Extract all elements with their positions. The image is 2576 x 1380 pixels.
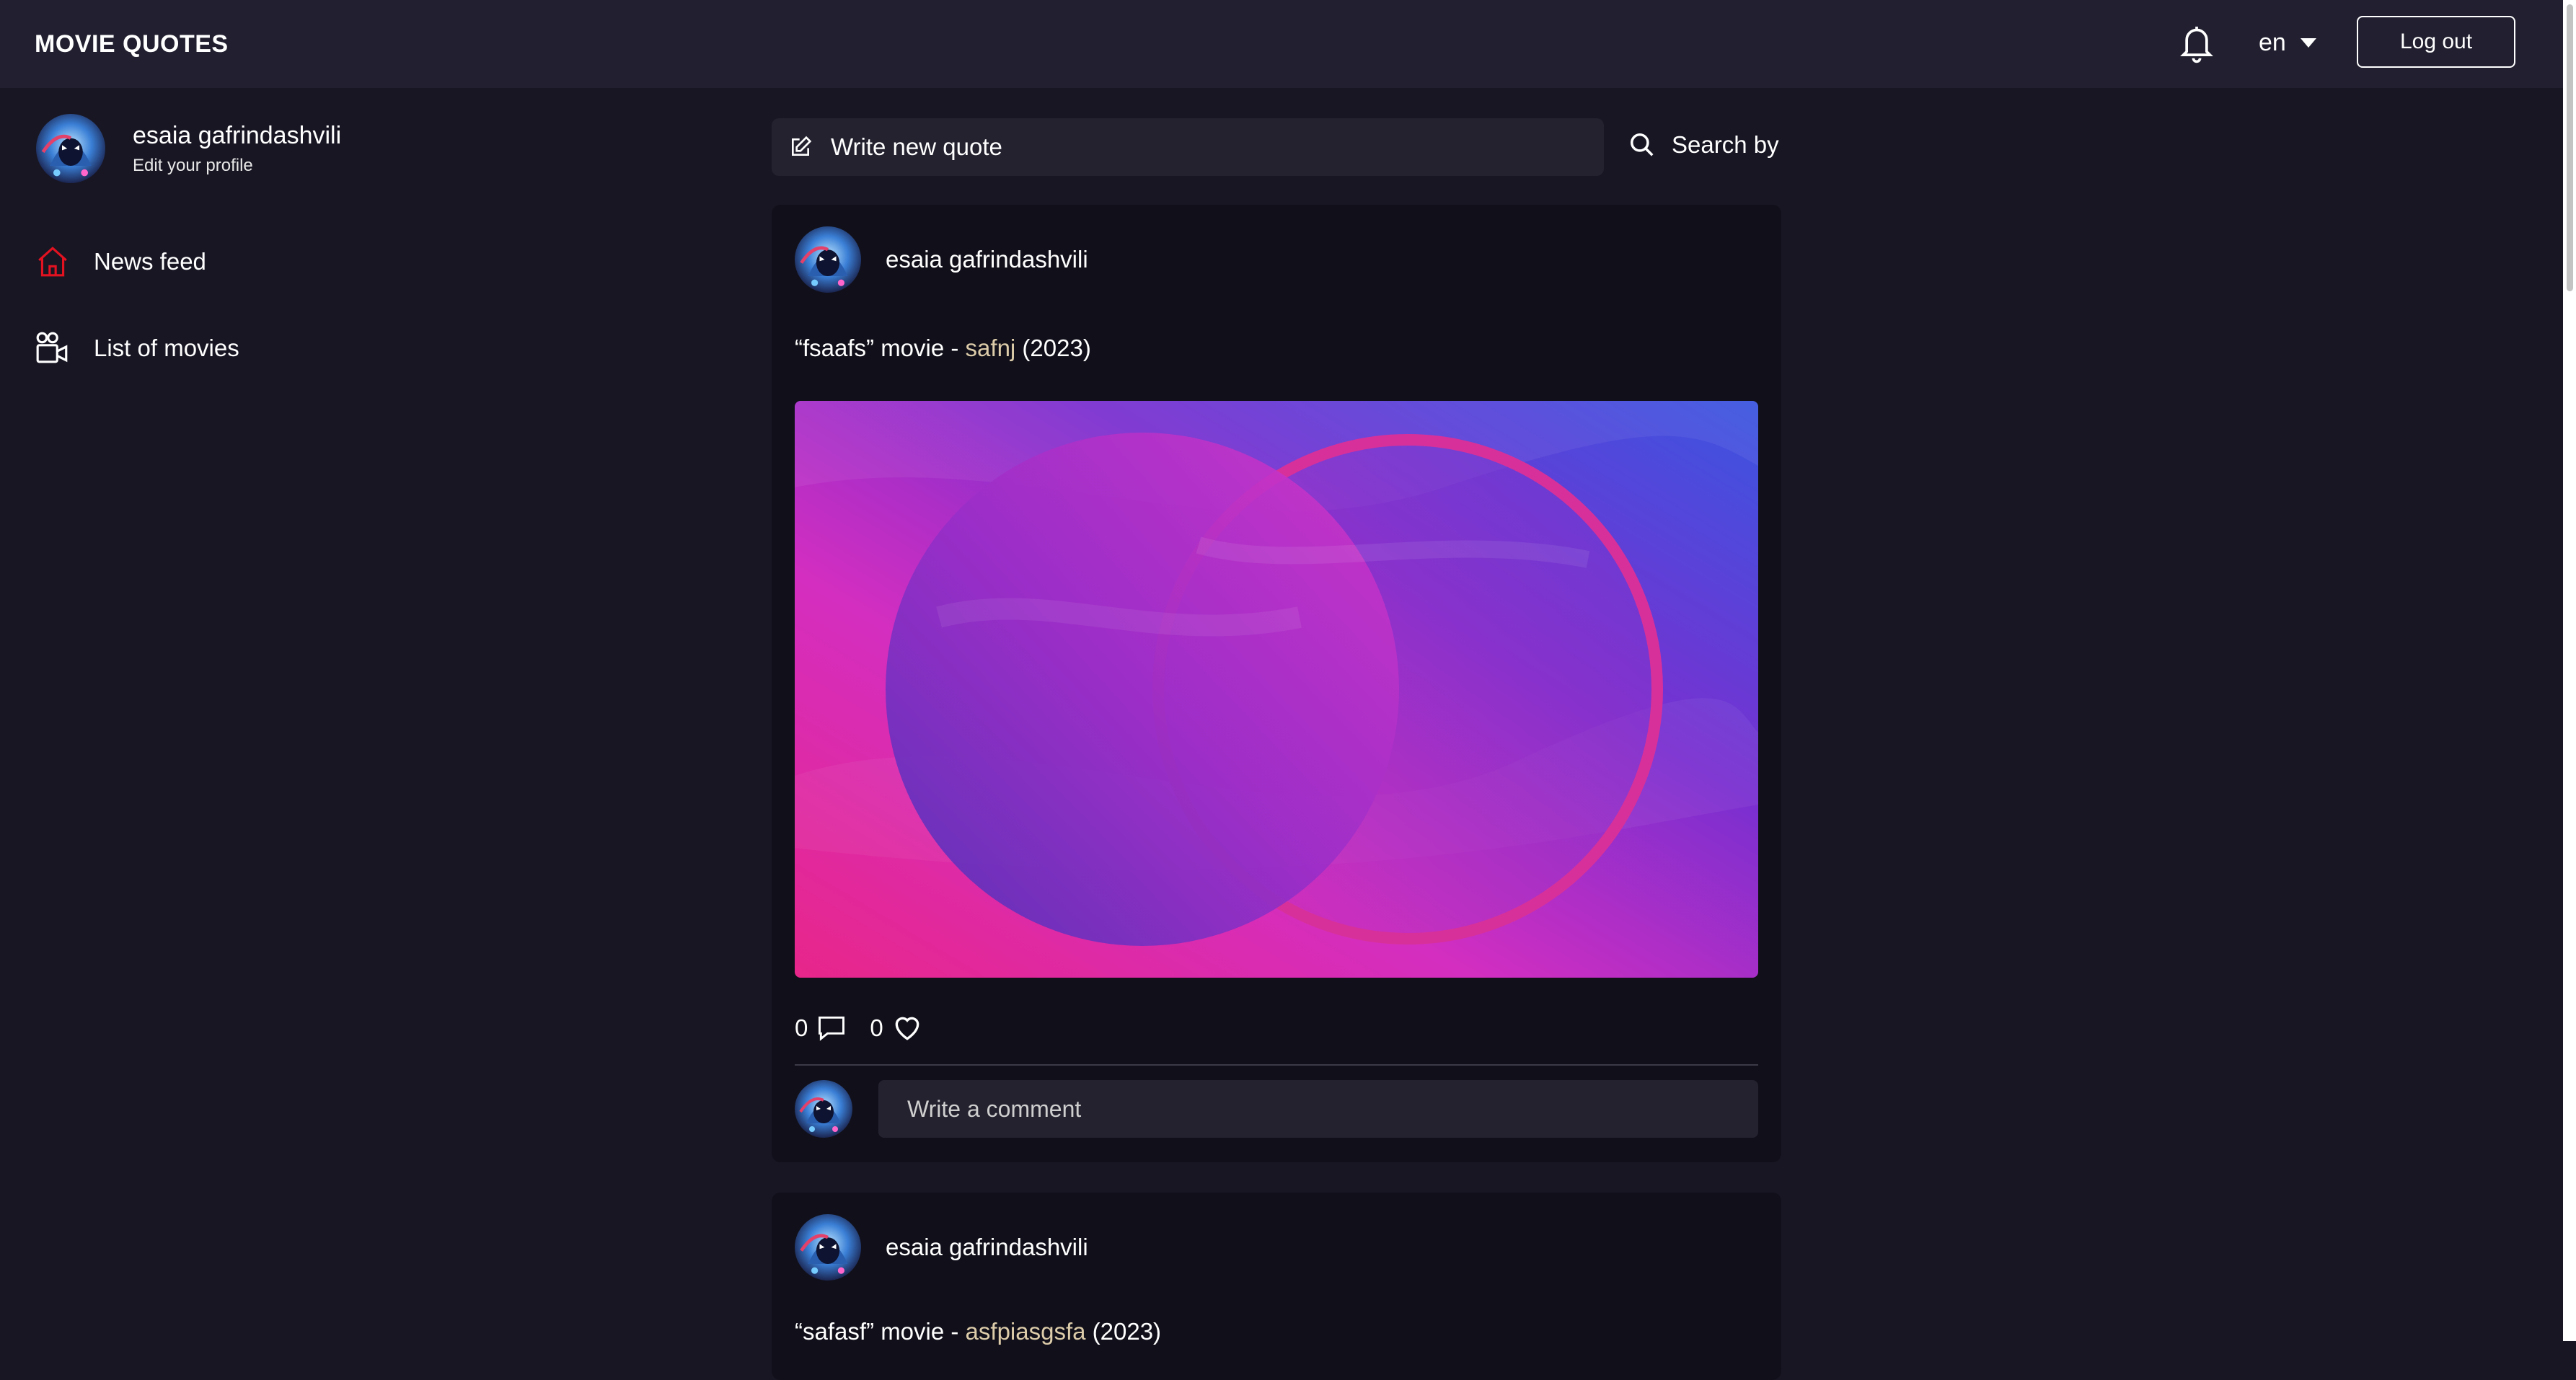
- avatar[interactable]: [795, 1214, 861, 1281]
- sidebar-item-label: List of movies: [94, 335, 239, 361]
- quote-text: “fsaafs” movie -: [795, 335, 966, 361]
- comment-icon[interactable]: [815, 1012, 848, 1044]
- search-icon: [1631, 133, 1654, 156]
- edit-profile-link[interactable]: Edit your profile: [133, 156, 341, 176]
- post-author[interactable]: esaia gafrindashvili: [795, 226, 1088, 293]
- bell-icon[interactable]: [2176, 22, 2217, 65]
- post-quote: “fsaafs” movie - safnj (2023): [795, 335, 1091, 362]
- post-author-name: esaia gafrindashvili: [886, 1234, 1088, 1260]
- comment-row: [795, 1080, 1758, 1138]
- movie-year: (2023): [1085, 1318, 1162, 1345]
- app-logo[interactable]: MOVIE QUOTES: [35, 30, 229, 58]
- movie-link[interactable]: asfpiasgsfa: [966, 1318, 1086, 1345]
- profile-name: esaia gafrindashvili: [133, 121, 342, 149]
- movie-link[interactable]: safnj: [966, 335, 1016, 361]
- logout-button[interactable]: Log out: [2357, 16, 2515, 68]
- write-quote-label: Write new quote: [831, 133, 1002, 160]
- likes-count: 0: [870, 1014, 883, 1041]
- sidebar-item-list-of-movies[interactable]: List of movies: [35, 330, 239, 366]
- sidebar-item-label: News feed: [94, 248, 206, 275]
- sidebar-profile[interactable]: esaia gafrindashvili Edit your profile: [36, 114, 341, 183]
- post-author-name: esaia gafrindashvili: [886, 246, 1088, 273]
- comment-input[interactable]: [878, 1080, 1758, 1138]
- home-icon: [38, 247, 67, 277]
- avatar[interactable]: [795, 226, 861, 293]
- post-image: [795, 401, 1758, 978]
- heart-icon[interactable]: [891, 1012, 924, 1044]
- post-stats: 0 0: [795, 1012, 924, 1044]
- edit-icon: [792, 136, 812, 156]
- language-select[interactable]: en: [2259, 29, 2316, 57]
- avatar: [795, 1080, 852, 1138]
- write-quote-button[interactable]: Write new quote: [772, 118, 1604, 176]
- avatar[interactable]: [36, 114, 105, 183]
- search-label: Search by: [1672, 131, 1779, 158]
- comments-count: 0: [795, 1014, 808, 1041]
- post-quote: “safasf” movie - asfpiasgsfa (2023): [795, 1318, 1161, 1345]
- scrollbar-thumb[interactable]: [2567, 4, 2573, 291]
- post-author[interactable]: esaia gafrindashvili: [795, 1214, 1088, 1281]
- top-bar: MOVIE QUOTES en Log out: [0, 0, 2576, 88]
- search-button[interactable]: Search by: [1628, 131, 1779, 159]
- divider: [795, 1064, 1758, 1066]
- chevron-down-icon: [2300, 38, 2316, 48]
- quote-text: “safasf” movie -: [795, 1318, 966, 1345]
- movie-year: (2023): [1015, 335, 1091, 361]
- language-value: en: [2259, 29, 2286, 56]
- sidebar-item-news-feed[interactable]: News feed: [35, 244, 206, 280]
- quote-post: esaia gafrindashvili “fsaafs” movie - sa…: [772, 205, 1781, 1162]
- quote-post: esaia gafrindashvili “safasf” movie - as…: [772, 1193, 1781, 1380]
- movie-camera-icon: [36, 332, 68, 363]
